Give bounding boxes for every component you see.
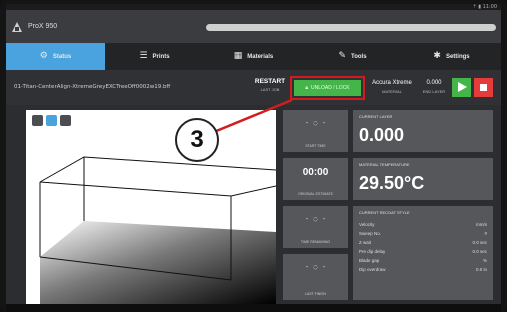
device-frame: ⇡ ▮ 11:00 ProX 950 ⚙ Status ☰ Prints ▦ M… — [0, 0, 507, 312]
android-nav-bar — [6, 304, 501, 312]
callout-badge: 3 — [175, 118, 219, 162]
screen: ⇡ ▮ 11:00 ProX 950 ⚙ Status ☰ Prints ▦ M… — [6, 4, 501, 304]
callout-leader-line — [208, 98, 293, 136]
